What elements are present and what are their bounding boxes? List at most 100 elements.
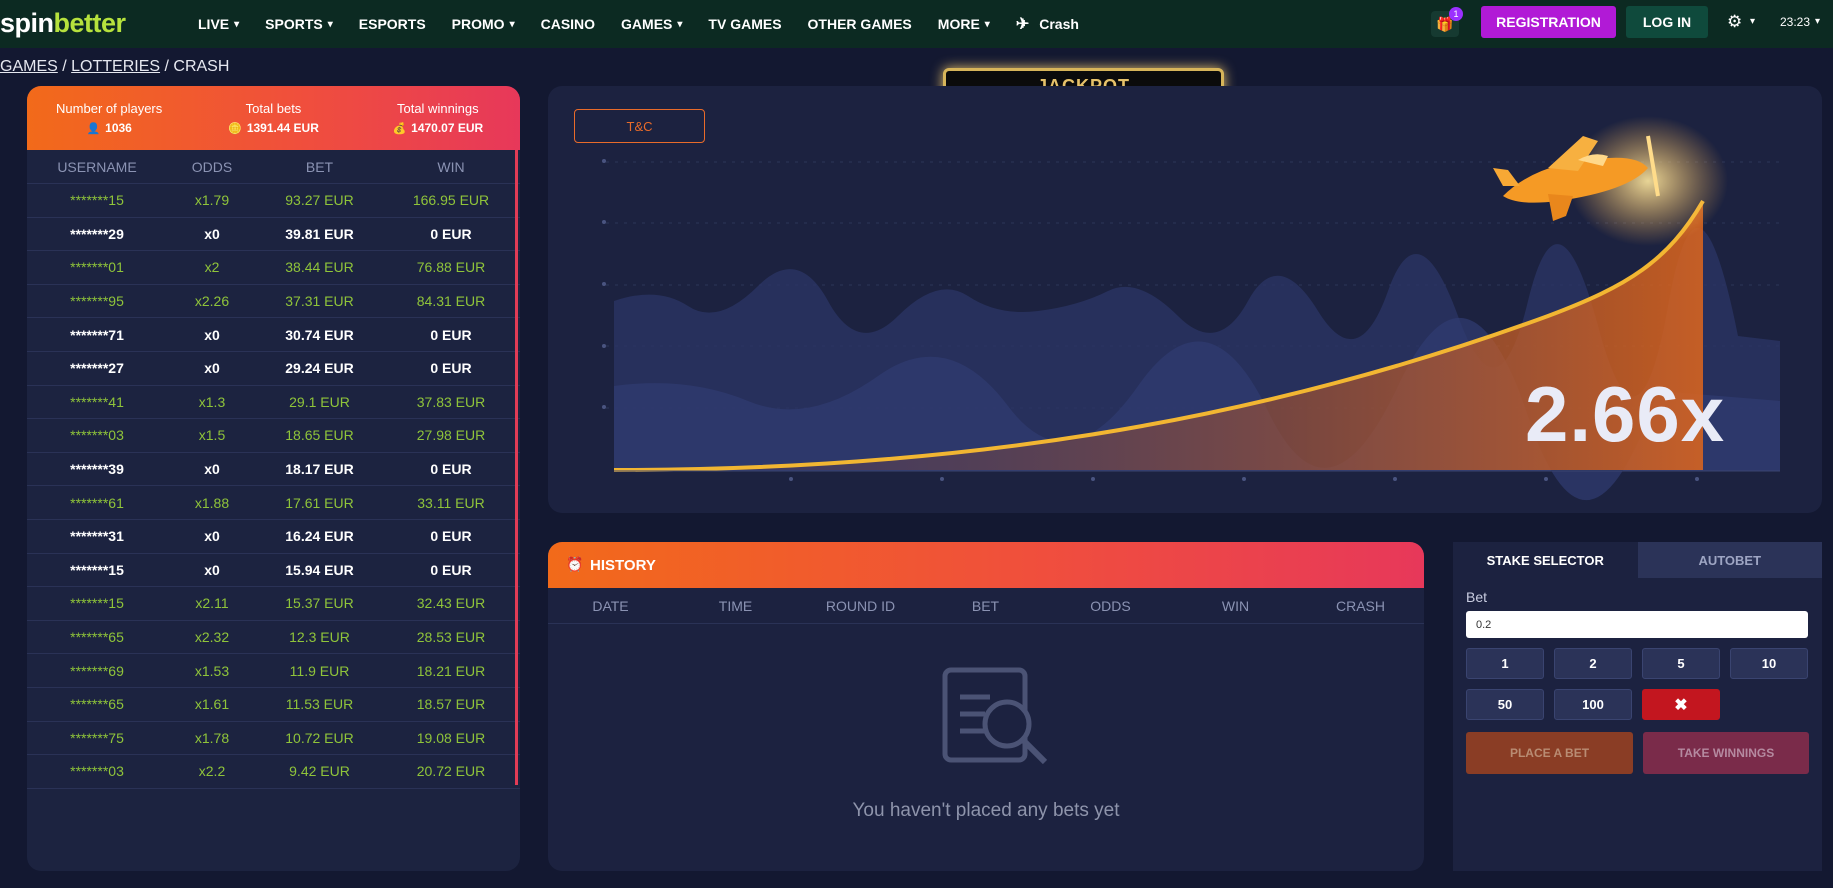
nav-item-label: ESPORTS — [358, 16, 426, 32]
row-win: 76.88 EUR — [416, 259, 486, 276]
players-scrollbar[interactable] — [515, 150, 518, 785]
row-odds: x0 — [204, 528, 220, 545]
place-bet-button[interactable]: PLACE A BET — [1466, 732, 1633, 774]
row-username: *******65 — [70, 696, 124, 713]
chevron-down-icon[interactable]: ▾ — [1750, 16, 1755, 27]
table-row: *******29 x0 39.81 EUR 0 EUR — [27, 218, 520, 252]
row-win: 18.21 EUR — [416, 662, 486, 679]
nav-item-promo[interactable]: PROMO ▾ — [452, 16, 515, 32]
nav-item-crash[interactable]: ✈ Crash — [1016, 14, 1079, 34]
nav-item-casino[interactable]: CASINO — [541, 16, 595, 32]
stat-bets-label: Total bets — [245, 101, 302, 116]
bet-input[interactable] — [1466, 611, 1808, 638]
nav-item-tv-games[interactable]: TV GAMES — [708, 16, 781, 32]
row-bet: 9.42 EUR — [289, 763, 350, 780]
row-username: *******65 — [70, 629, 124, 646]
coins-icon: 🪙 — [228, 123, 242, 135]
plane-icon: ✈ — [1015, 16, 1030, 33]
row-username: *******31 — [70, 528, 124, 545]
quick-bet-5[interactable]: 5 — [1642, 648, 1720, 679]
stake-tabs: STAKE SELECTOR AUTOBET — [1453, 542, 1822, 578]
row-username: *******01 — [70, 259, 124, 276]
row-bet: 11.53 EUR — [285, 696, 354, 713]
quick-bet-10[interactable]: 10 — [1730, 648, 1808, 679]
login-button[interactable]: LOG IN — [1626, 6, 1708, 38]
table-row: *******31 x0 16.24 EUR 0 EUR — [27, 520, 520, 554]
quick-bet-100[interactable]: 100 — [1554, 689, 1632, 720]
row-username: *******69 — [70, 662, 124, 679]
nav-item-games[interactable]: GAMES ▾ — [621, 16, 682, 32]
row-odds: x2.2 — [198, 763, 226, 780]
row-bet: 10.72 EUR — [285, 729, 354, 746]
row-win: 33.11 EUR — [417, 494, 485, 511]
gift-badge: 1 — [1449, 7, 1463, 21]
nav-item-label: OTHER GAMES — [807, 16, 912, 32]
quick-bet-50[interactable]: 50 — [1466, 689, 1544, 720]
quick-bet-1[interactable]: 1 — [1466, 648, 1544, 679]
history-col-odds: ODDS — [1090, 597, 1131, 614]
row-win: 27.98 EUR — [416, 427, 486, 444]
clock-time[interactable]: 23:23 — [1780, 15, 1810, 29]
nav-item-live[interactable]: LIVE ▾ — [198, 16, 239, 32]
row-username: *******03 — [70, 763, 124, 780]
row-bet: 11.9 EUR — [289, 662, 350, 679]
chevron-down-icon[interactable]: ▾ — [1815, 16, 1820, 27]
logo[interactable]: spinbetter — [0, 8, 126, 39]
row-username: *******15 — [70, 561, 124, 578]
row-win: 20.72 EUR — [416, 763, 486, 780]
clear-bet-button[interactable]: ✖ — [1642, 689, 1720, 720]
row-odds: x2.11 — [195, 595, 229, 612]
table-row: *******65 x2.32 12.3 EUR 28.53 EUR — [27, 621, 520, 655]
row-bet: 30.74 EUR — [285, 326, 354, 343]
row-win: 32.43 EUR — [416, 595, 486, 612]
tab-autobet[interactable]: AUTOBET — [1637, 542, 1822, 578]
nav-item-other-games[interactable]: OTHER GAMES — [808, 16, 912, 32]
breadcrumb-lotteries[interactable]: LOTTERIES — [71, 58, 160, 75]
row-username: *******61 — [70, 494, 124, 511]
row-bet: 18.17 EUR — [285, 461, 354, 478]
row-bet: 16.24 EUR — [285, 528, 354, 545]
row-odds: x1.78 — [194, 729, 230, 746]
col-win: WIN — [437, 158, 465, 175]
alarm-clock-icon: ⏰ — [566, 556, 584, 572]
table-row: *******69 x1.53 11.9 EUR 18.21 EUR — [27, 654, 520, 688]
table-row: *******15 x1.79 93.27 EUR 166.95 EUR — [27, 184, 520, 218]
row-bet: 29.24 EUR — [285, 360, 354, 377]
tab-stake-selector[interactable]: STAKE SELECTOR — [1453, 542, 1638, 578]
stat-winnings-value: 1470.07 EUR — [411, 121, 484, 135]
row-username: *******39 — [70, 461, 124, 478]
game-area: T&C 2.66x — [548, 86, 1822, 513]
top-nav: spinbetter LIVE ▾ SPORTS ▾ ESPORTS PROMO ▾ CASI… — [0, 0, 1833, 48]
breadcrumb-games[interactable]: GAMES — [0, 58, 58, 75]
nav-item-label: CASINO — [540, 16, 596, 32]
table-row: *******61 x1.88 17.61 EUR 33.11 EUR — [27, 486, 520, 520]
row-win: 0 EUR — [430, 326, 472, 343]
col-odds: ODDS — [191, 158, 233, 175]
nav-item-more[interactable]: MORE ▾ — [938, 16, 990, 32]
row-odds: x2.26 — [194, 293, 230, 310]
gift-button[interactable]: 🎁 1 — [1431, 7, 1463, 37]
row-win: 0 EUR — [430, 360, 472, 377]
nav-item-label: SPORTS — [265, 16, 323, 32]
row-username: *******29 — [70, 225, 124, 242]
row-win: 37.83 EUR — [416, 393, 486, 410]
stake-panel: STAKE SELECTOR AUTOBET Bet 1 2 5 10 50 1… — [1453, 542, 1822, 871]
table-row: *******03 x2.2 9.42 EUR 20.72 EUR — [27, 755, 520, 789]
registration-button[interactable]: REGISTRATION — [1481, 6, 1616, 38]
quick-bet-2[interactable]: 2 — [1554, 648, 1632, 679]
row-username: *******41 — [70, 393, 124, 410]
nav-item-esports[interactable]: ESPORTS — [359, 16, 426, 32]
history-col-crash: CRASH — [1335, 597, 1385, 614]
nav-item-sports[interactable]: SPORTS ▾ — [265, 16, 333, 32]
nav-item-label: MORE — [937, 16, 980, 32]
gear-icon[interactable]: ⚙ — [1727, 12, 1742, 32]
take-winnings-button[interactable]: TAKE WINNINGS — [1643, 732, 1809, 774]
row-odds: x1.61 — [194, 696, 230, 713]
tc-button[interactable]: T&C — [574, 109, 705, 143]
row-odds: x1.5 — [198, 427, 226, 444]
players-panel: Number of players 👤 1036 Total bets 🪙 1391… — [27, 86, 520, 871]
row-win: 0 EUR — [430, 528, 472, 545]
row-win: 84.31 EUR — [416, 293, 486, 310]
row-odds: x1.88 — [194, 494, 230, 511]
row-bet: 93.27 EUR — [285, 192, 354, 209]
